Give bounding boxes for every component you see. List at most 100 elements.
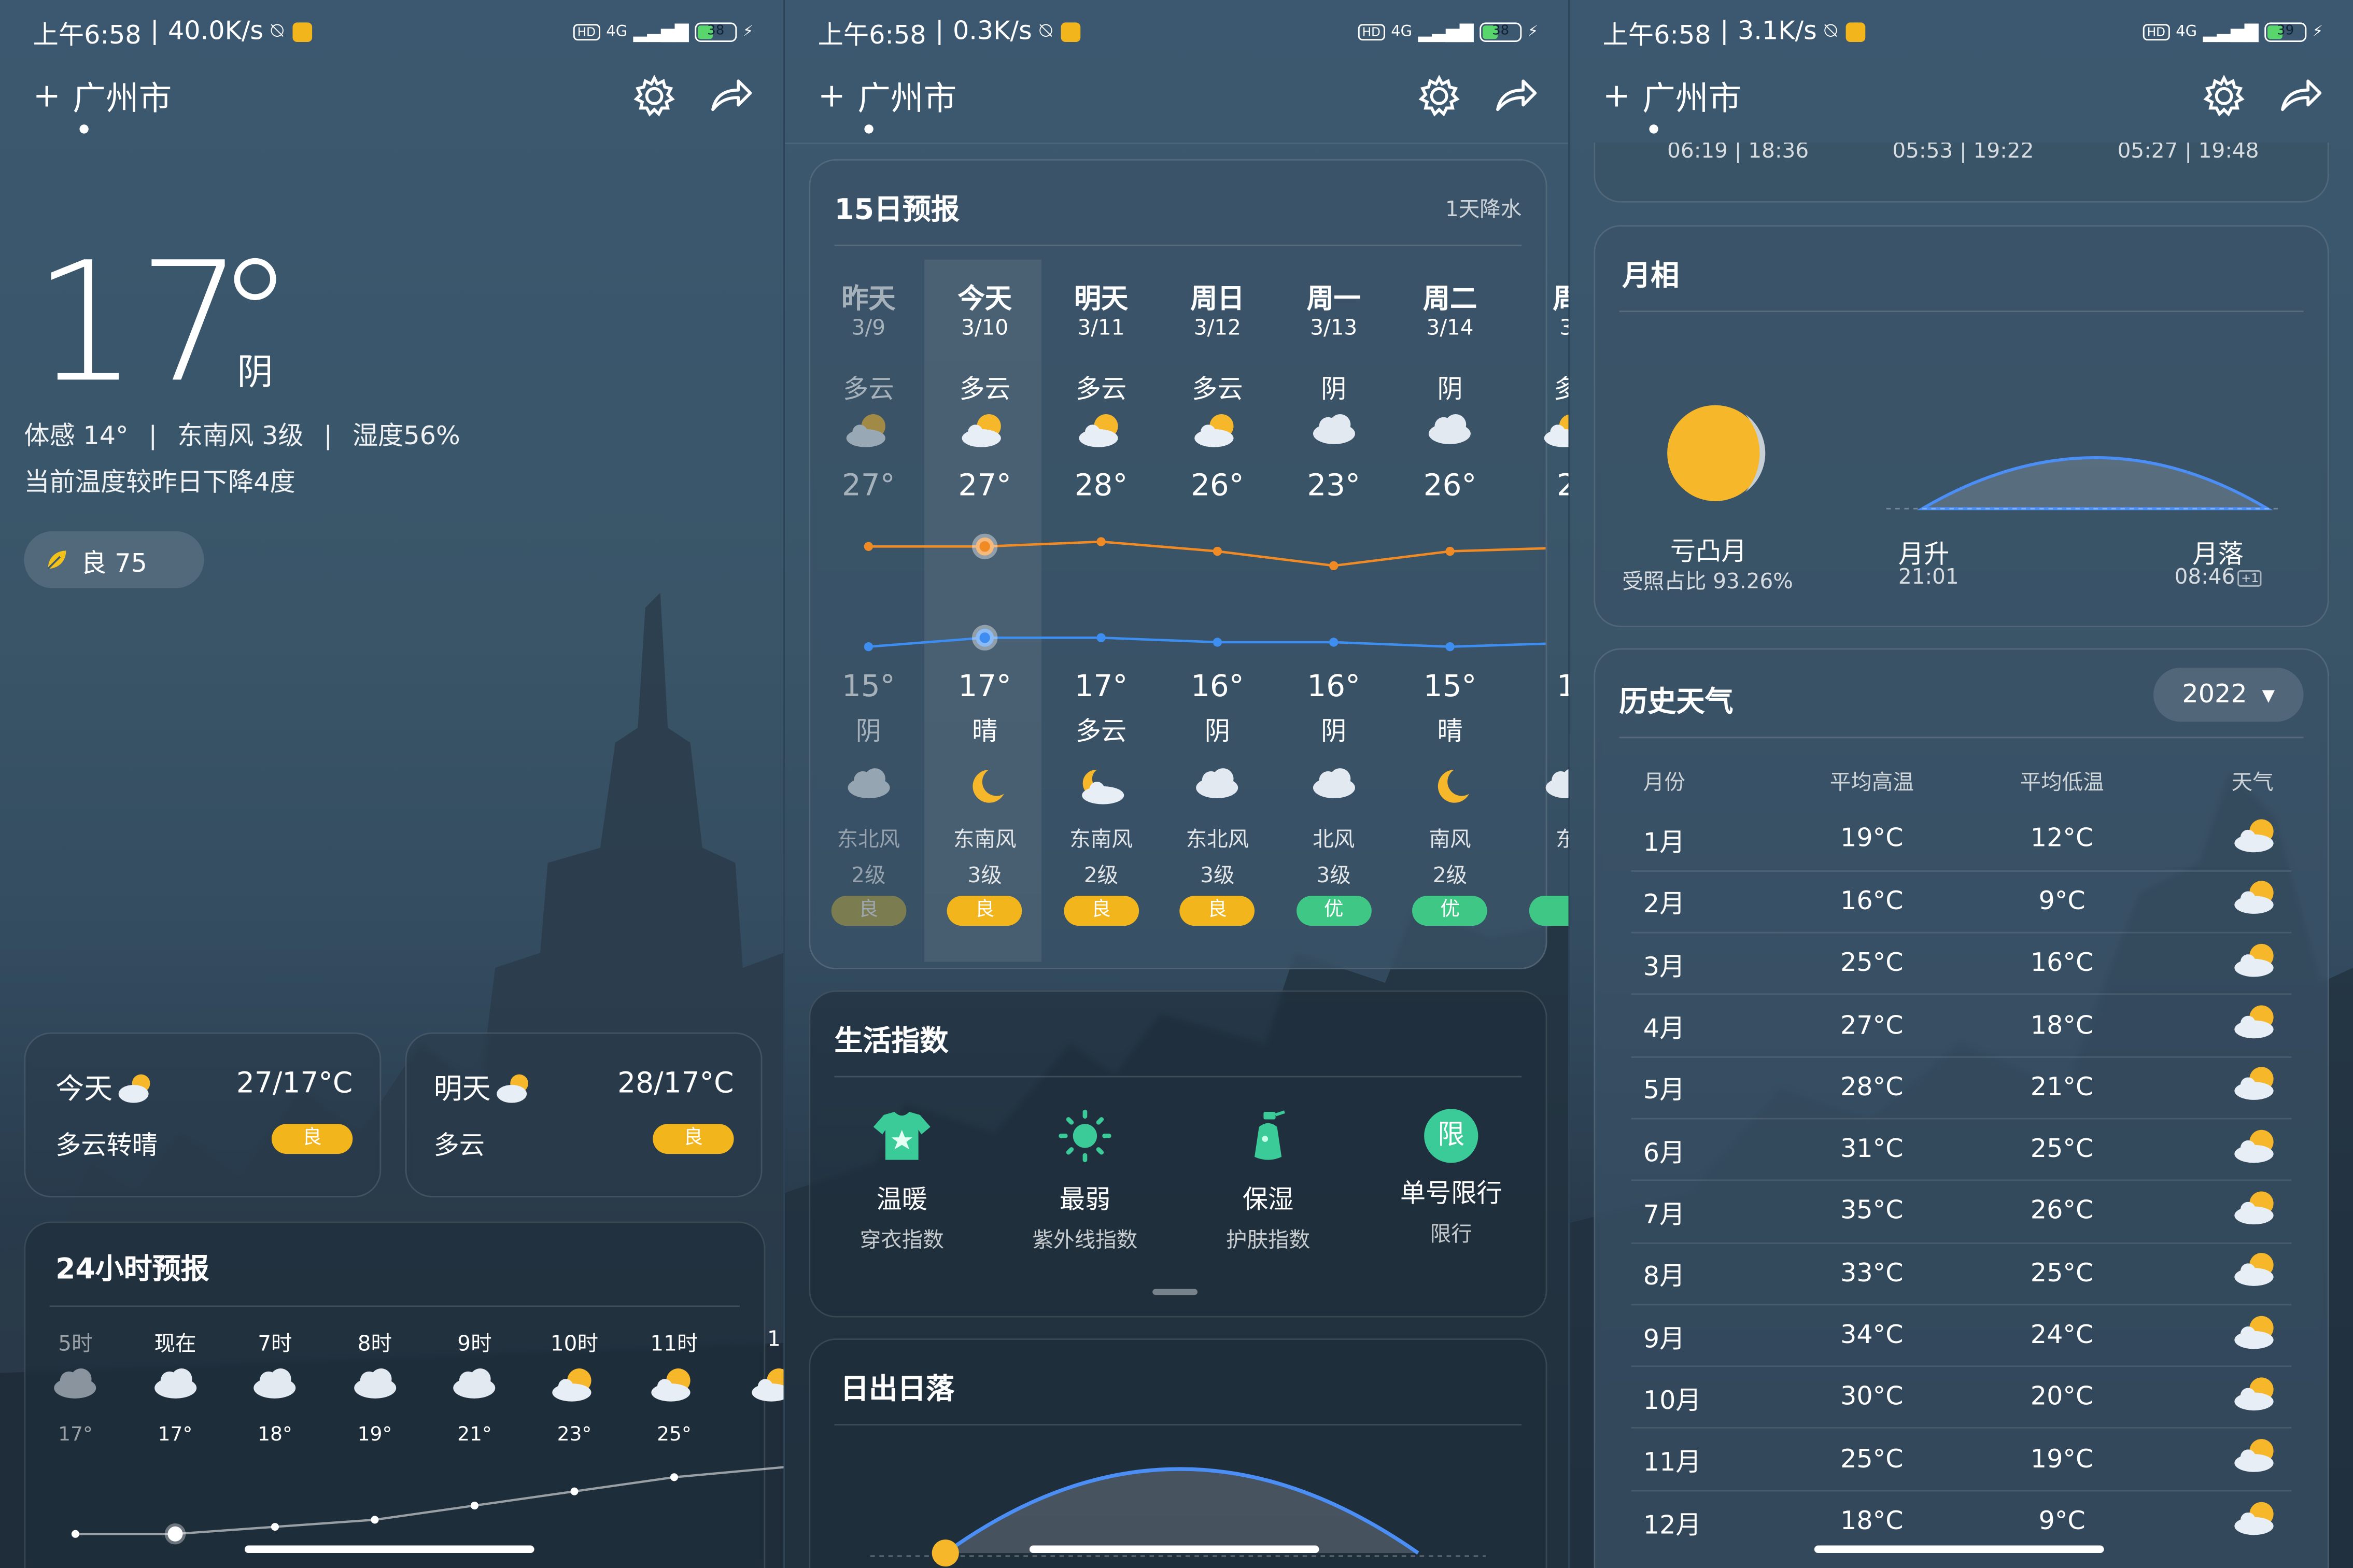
history-row[interactable]: 4月 27°C 18°C (1631, 995, 2292, 1057)
low-temp-point (972, 625, 998, 651)
life-index-item-clothing[interactable]: 温暖 穿衣指数 (810, 1109, 993, 1254)
history-row[interactable]: 3月 25°C 16°C (1631, 933, 2292, 995)
settings-gear-icon[interactable] (2203, 75, 2245, 117)
hourly-item[interactable]: 8时 19° (325, 1328, 425, 1447)
life-index-item-traffic[interactable]: 限 单号限行 限行 (1360, 1109, 1543, 1254)
life-index-item-uv[interactable]: 最弱 紫外线指数 (993, 1109, 1176, 1254)
add-city-icon[interactable]: + (818, 77, 846, 115)
history-row[interactable]: 11月 25°C 19°C (1631, 1429, 2292, 1491)
hourly-item[interactable]: 7时 18° (225, 1328, 325, 1447)
moon-phase-icon (1667, 405, 1766, 501)
sun-times-value: 06:19 | 18:36 (1667, 143, 1809, 164)
forecast-wind: 东 (1508, 824, 1568, 854)
history-weather (2157, 809, 2291, 871)
settings-gear-icon[interactable] (1418, 75, 1460, 117)
year-selector[interactable]: 2022 ▼ (2153, 668, 2304, 722)
city-selector[interactable]: + 广州市 (1603, 72, 1742, 120)
moon-illumination: 受照占比 93.26% (1622, 570, 1793, 595)
forecast-day-condition: 阴 (1321, 375, 1347, 405)
hourly-item[interactable]: 11时 25° (624, 1328, 724, 1447)
hourly-time: 5时 (58, 1332, 93, 1357)
top-actions (1418, 75, 1539, 117)
status-bar: 上午6:58 | 0.3K/s ⍉ HD 4G ▂▃▅▇ 38 ⚡ (818, 15, 1539, 50)
network-label: 4G (2176, 23, 2197, 40)
low-temp-point (1329, 638, 1338, 647)
top-bar: + 广州市 (1603, 69, 2323, 123)
page-indicator (1152, 1289, 1198, 1295)
history-row[interactable]: 9月 34°C 24°C (1631, 1305, 2292, 1367)
signal-icon: ▂▃▅▇ (1418, 21, 1474, 43)
summary-aqi: 良 (271, 1124, 353, 1154)
add-city-icon[interactable]: + (1603, 77, 1630, 115)
partly-cloudy-icon (2232, 1313, 2282, 1357)
moonset-time: 08:46 (2174, 566, 2235, 590)
mute-icon: ⍉ (271, 19, 284, 44)
hourly-item[interactable]: 现在 17° (125, 1328, 226, 1447)
precip-note[interactable]: 1天降水 (1445, 193, 1521, 223)
history-row[interactable]: 6月 31°C 25°C (1631, 1119, 2292, 1181)
today-summary-card[interactable]: 今天 27/17°C 多云转晴 良 (24, 1032, 382, 1198)
life-index-item-skincare[interactable]: 保湿 护肤指数 (1177, 1109, 1360, 1254)
cloud-icon (425, 1367, 525, 1409)
moonset-info: 08:46 +1 (2174, 566, 2262, 590)
low-temp-point (864, 642, 873, 652)
forecast-wind: 北风 (1313, 828, 1355, 853)
status-icons: HD 4G ▂▃▅▇ 38 ⚡ (1358, 21, 1538, 43)
high-temp-point (1445, 546, 1455, 556)
top-actions (633, 75, 754, 117)
screenshot-stage: 上午6:58 | 40.0K/s ⍉ HD 4G ▂▃▅▇ 38 ⚡ + 广州市 (0, 0, 2353, 1568)
history-high: 28°C (1840, 1072, 1904, 1103)
tomorrow-summary-card[interactable]: 明天 28/17°C 多云 良 (405, 1032, 763, 1198)
partly-cloudy-icon (1508, 413, 1569, 455)
forecast-day-name: 昨天 (841, 284, 896, 315)
share-icon[interactable] (2278, 77, 2323, 116)
settings-gear-icon[interactable] (633, 75, 675, 117)
moon-icon (927, 767, 1043, 812)
share-icon[interactable] (708, 77, 753, 116)
history-row[interactable]: 8月 33°C 25°C (1631, 1242, 2292, 1305)
history-row[interactable]: 2月 16°C 9°C (1631, 871, 2292, 933)
mute-icon: ⍉ (1039, 19, 1052, 44)
add-city-icon[interactable]: + (33, 77, 61, 115)
cloud-icon (25, 1367, 125, 1409)
hourly-temp: 17° (158, 1424, 193, 1447)
hourly-item[interactable]: 1 (724, 1328, 784, 1424)
moonset-label: 月落 (2192, 540, 2244, 571)
history-weather (2157, 995, 2291, 1057)
history-low: 25°C (2030, 1134, 2094, 1165)
city-selector[interactable]: + 广州市 (33, 72, 172, 120)
forecast-wind-level: 2级 (1083, 864, 1119, 888)
summary-range: 28/17°C (617, 1067, 734, 1100)
app-notification-icon (1061, 21, 1081, 41)
forecast-15day-card: 15日预报 1天降水 昨天 3/9 多云 27° 15° 阴东北风 2级良今天 3/10 多云 2… (809, 159, 1569, 970)
hourly-time: 11时 (650, 1332, 698, 1357)
battery-icon: 39 (2264, 21, 2307, 41)
history-row[interactable]: 5月 28°C 21°C (1631, 1056, 2292, 1119)
hd-icon: HD (1358, 23, 1385, 40)
hourly-item[interactable]: 10时 23° (525, 1328, 625, 1447)
history-month: 7月 (1643, 1200, 1685, 1231)
cloud-icon (225, 1367, 325, 1409)
history-high: 34°C (1840, 1320, 1904, 1351)
cloud-icon (125, 1367, 226, 1409)
city-selector[interactable]: + 广州市 (818, 72, 957, 120)
share-icon[interactable] (1493, 77, 1538, 116)
history-row[interactable]: 10月 30°C 20°C (1631, 1366, 2292, 1429)
history-high: 18°C (1840, 1506, 1904, 1537)
battery-icon: 38 (695, 21, 737, 41)
partly-cloudy-icon (497, 1073, 529, 1103)
hourly-item[interactable]: 5时 17° (25, 1328, 125, 1447)
history-month: 4月 (1643, 1014, 1685, 1044)
partly-cloudy-icon (2232, 1252, 2282, 1295)
summary-aqi: 良 (653, 1124, 734, 1154)
forecast-low: 17° (1074, 668, 1128, 704)
forecast-night-condition (1508, 710, 1568, 743)
history-row[interactable]: 7月 35°C 26°C (1631, 1181, 2292, 1243)
history-row[interactable]: 12月 18°C 9°C (1631, 1490, 2292, 1552)
history-row[interactable]: 1月 19°C 12°C (1631, 809, 2292, 871)
aqi-badge[interactable]: 良 75 (24, 531, 204, 588)
network-label: 4G (1391, 23, 1413, 40)
hourly-item[interactable]: 9时 21° (425, 1328, 525, 1447)
history-month: 2月 (1643, 890, 1685, 921)
signal-icon: ▂▃▅▇ (2203, 21, 2259, 43)
